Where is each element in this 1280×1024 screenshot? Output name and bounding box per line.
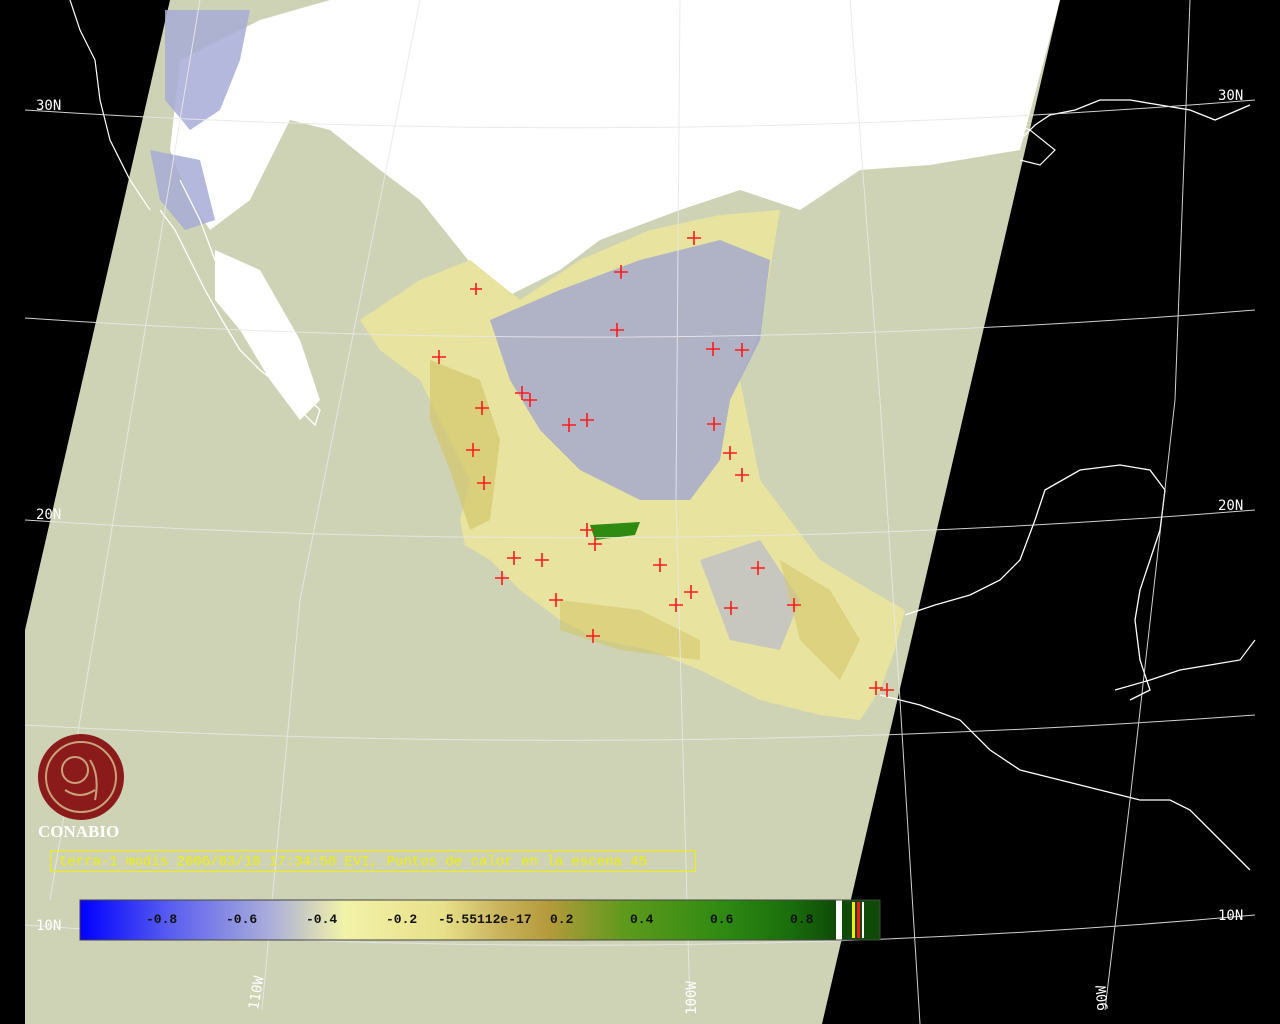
colorbar-tick: -0.4 — [306, 912, 338, 927]
colorbar-tick: 0.8 — [790, 912, 814, 927]
conabio-logo — [38, 734, 124, 820]
colorbar-tick: 0.2 — [550, 912, 574, 927]
logo-text: CONABIO — [38, 822, 120, 841]
colorbar-tick: -0.8 — [146, 912, 178, 927]
colorbar-tick: -0.6 — [226, 912, 258, 927]
scene-title: terra-1 modis 2006/03/18 17:34:58 EVI, P… — [50, 850, 696, 872]
colorbar-tick: 0.6 — [710, 912, 734, 927]
colorbar-tick: 0.4 — [630, 912, 654, 927]
colorbar-tick: -0.2 — [386, 912, 418, 927]
lat-label-30n-left: 30N — [36, 98, 62, 114]
lon-label-90w: 90W — [1093, 984, 1112, 1012]
lat-label-20n-right: 20N — [1218, 498, 1244, 514]
colorbar-tick: -5.55112e-17 — [438, 912, 532, 927]
lat-label-30n-right: 30N — [1218, 88, 1244, 104]
lat-label-10n-left: 10N — [36, 918, 62, 934]
lat-label-10n-right: 10N — [1218, 908, 1244, 924]
lat-label-20n-left: 20N — [36, 507, 62, 523]
lon-label-100w: 100W — [683, 981, 700, 1015]
